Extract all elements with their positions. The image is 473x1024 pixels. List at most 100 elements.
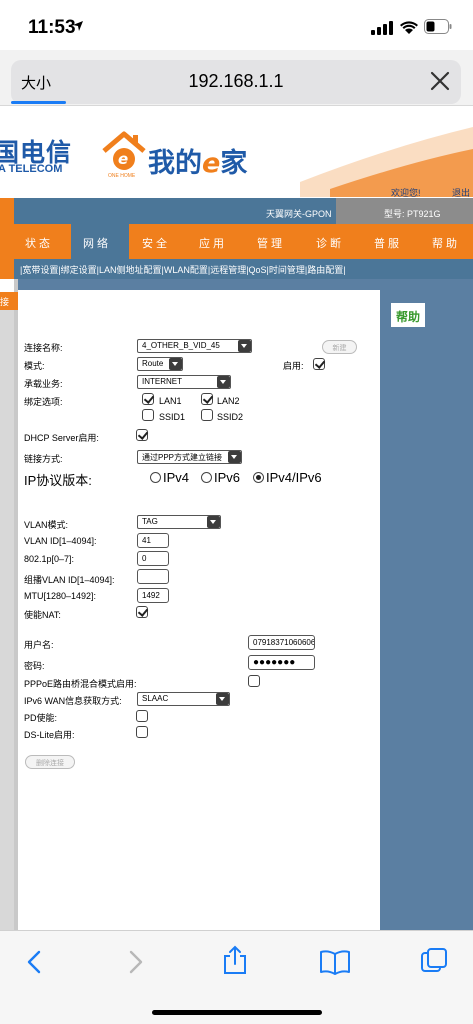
- address-bar[interactable]: 大小 192.168.1.1: [11, 60, 461, 104]
- vlan-id-label: VLAN ID[1–4094]:: [24, 536, 97, 546]
- link-value: 通过PPP方式建立链接: [142, 453, 223, 462]
- telecom-logo-en: A TELECOM: [0, 163, 63, 175]
- enable-label: 启用:: [283, 361, 304, 371]
- browser-address-area: 大小 192.168.1.1: [0, 50, 473, 106]
- service-label: 承载业务:: [24, 379, 63, 389]
- left-nav-tab[interactable]: 接: [0, 292, 18, 310]
- lan2-checkbox[interactable]: [201, 393, 213, 405]
- mcast-vlan-input[interactable]: [137, 569, 169, 584]
- service-value: INTERNET: [142, 377, 182, 386]
- url-text[interactable]: 192.168.1.1: [11, 71, 461, 92]
- lan2-label: LAN2: [217, 396, 240, 406]
- service-select[interactable]: INTERNET: [137, 375, 231, 389]
- ipv6-wan-label: IPv6 WAN信息获取方式:: [24, 696, 122, 706]
- new-button[interactable]: 新建: [322, 340, 357, 354]
- page-load-progress: [11, 101, 66, 104]
- username-input[interactable]: 07918371060606: [248, 635, 315, 650]
- delete-connection-button[interactable]: 删除连接: [25, 755, 75, 769]
- ip-version-label: IP协议版本:: [24, 473, 92, 488]
- link-select[interactable]: 通过PPP方式建立链接: [137, 450, 242, 464]
- help-title: 帮助: [396, 310, 421, 324]
- chevron-down-icon: [207, 516, 220, 528]
- vlan-id-input[interactable]: 41: [137, 533, 169, 548]
- chevron-down-icon: [228, 451, 241, 463]
- pd-checkbox[interactable]: [136, 710, 148, 722]
- ipv4-radio[interactable]: [150, 472, 161, 483]
- mtu-input[interactable]: 1492: [137, 588, 169, 603]
- mtu-label: MTU[1280–1492]:: [24, 591, 97, 601]
- mode-select[interactable]: Route: [137, 357, 183, 371]
- share-icon[interactable]: [222, 945, 248, 975]
- wifi-icon: [400, 21, 418, 34]
- menu-security[interactable]: 安全: [142, 235, 170, 251]
- mode-value: Route: [142, 359, 164, 368]
- conn-name-label: 连接名称:: [24, 343, 63, 353]
- vlan-mode-label: VLAN模式:: [24, 520, 69, 530]
- submenu-accent: [0, 259, 14, 279]
- router-admin-page: 国电信 A TELECOM e ONE HOME 我的e家 欢迎您! 退出 天翼…: [0, 107, 473, 930]
- password-input[interactable]: ●●●●●●●: [248, 655, 315, 670]
- bind-label: 绑定选项:: [24, 397, 63, 407]
- vlan-mode-value: TAG: [142, 517, 158, 526]
- nat-checkbox[interactable]: [136, 606, 148, 618]
- home-logo-text: 我的e家: [148, 148, 248, 179]
- mcast-vlan-label: 组播VLAN ID[1–4094]:: [24, 575, 115, 585]
- dhcp-checkbox[interactable]: [136, 429, 148, 441]
- vlan-mode-select[interactable]: TAG: [137, 515, 221, 529]
- ssid2-checkbox[interactable]: [201, 409, 213, 421]
- back-icon[interactable]: [24, 949, 44, 975]
- help-panel: [380, 290, 473, 930]
- clock: 11:53: [28, 17, 76, 38]
- ipv4-label: IPv4: [163, 470, 190, 485]
- ipv6-wan-select[interactable]: SLAAC: [137, 692, 230, 706]
- menu-management[interactable]: 管理: [257, 235, 285, 251]
- nat-label: 使能NAT:: [24, 610, 61, 620]
- content-top-strip: [18, 279, 473, 290]
- menu-network[interactable]: 网络: [83, 235, 111, 251]
- ssid1-checkbox[interactable]: [142, 409, 154, 421]
- dslite-checkbox[interactable]: [136, 726, 148, 738]
- model-text: 型号: PT921G: [384, 209, 441, 219]
- header-accent: [0, 198, 14, 224]
- ipv6-wan-value: SLAAC: [142, 694, 169, 703]
- tabs-icon[interactable]: [420, 947, 448, 975]
- left-sidebar: [0, 310, 14, 930]
- menu-status[interactable]: 状态: [25, 235, 53, 251]
- pd-label: PD使能:: [24, 713, 58, 723]
- ipv6-radio[interactable]: [201, 472, 212, 483]
- menu-application[interactable]: 应用: [199, 235, 227, 251]
- dslite-label: DS-Lite启用:: [24, 730, 75, 740]
- ipv4v6-radio[interactable]: [253, 472, 264, 483]
- status-bar: 11:53: [0, 0, 473, 50]
- dhcp-label: DHCP Server启用:: [24, 433, 99, 443]
- mode-label: 模式:: [24, 361, 45, 371]
- conn-name-select[interactable]: 4_OTHER_B_VID_45: [137, 339, 252, 353]
- p8021-input[interactable]: 0: [137, 551, 169, 566]
- chevron-down-icon: [216, 693, 229, 705]
- lan1-label: LAN1: [159, 396, 182, 406]
- battery-icon: [424, 19, 452, 34]
- ipv4v6-label: IPv4/IPv6: [266, 470, 322, 485]
- p8021-label: 802.1p[0–7]:: [24, 554, 75, 564]
- ssid1-label: SSID1: [159, 412, 186, 422]
- menu-general-service[interactable]: 普服: [374, 235, 402, 251]
- svg-text:e: e: [118, 150, 128, 168]
- lan1-checkbox[interactable]: [142, 393, 154, 405]
- close-icon[interactable]: [429, 70, 451, 92]
- password-label: 密码:: [24, 661, 45, 671]
- forward-icon[interactable]: [126, 949, 146, 975]
- link-label: 链接方式:: [24, 454, 63, 464]
- gateway-name: 天翼网关-GPON: [266, 209, 332, 219]
- location-arrow-icon: [73, 21, 83, 31]
- enable-checkbox[interactable]: [313, 358, 325, 370]
- submenu-links[interactable]: |宽带设置|绑定设置|LAN侧地址配置|WLAN配置|远程管理|QoS|时间管理…: [20, 263, 346, 276]
- menu-diagnostics[interactable]: 诊断: [316, 235, 344, 251]
- pppoe-checkbox[interactable]: [248, 675, 260, 687]
- pppoe-label: PPPoE路由桥混合模式启用:: [24, 679, 137, 689]
- bookmarks-icon[interactable]: [319, 949, 351, 975]
- username-label: 用户名:: [24, 640, 54, 650]
- home-indicator: [152, 1010, 322, 1015]
- home-logo-icon: e: [102, 131, 146, 170]
- conn-name-value: 4_OTHER_B_VID_45: [142, 341, 220, 350]
- menu-help[interactable]: 帮助: [432, 235, 460, 251]
